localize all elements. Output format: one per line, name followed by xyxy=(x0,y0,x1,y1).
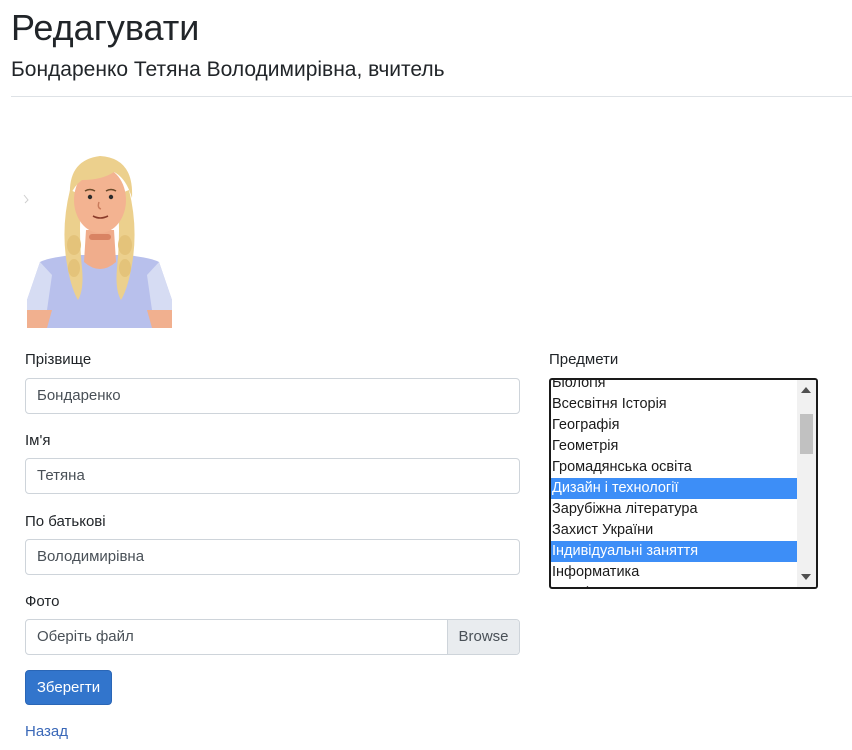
browse-button[interactable]: Browse xyxy=(447,620,519,654)
back-link[interactable]: Назад xyxy=(25,722,68,742)
name-label: Ім'я xyxy=(25,432,51,449)
surname-label: Прізвище xyxy=(25,351,92,368)
subjects-label: Предмети xyxy=(549,351,619,368)
scroll-up-icon[interactable] xyxy=(801,387,811,393)
surname-input[interactable]: Бондаренко xyxy=(25,378,520,414)
save-button[interactable]: Зберегти xyxy=(25,670,112,705)
subject-option[interactable]: Всесвітня Історія xyxy=(551,394,797,415)
photo-label: Фото xyxy=(25,593,60,610)
subject-option[interactable]: Громадянська освіта xyxy=(551,457,797,478)
patronymic-label: По батькові xyxy=(25,513,106,530)
name-input[interactable]: Тетяна xyxy=(25,458,520,494)
file-input-placeholder: Оберіть файл xyxy=(37,628,134,645)
subjects-option-list: Біологія Всесвітня Історія Географія Геомет… xyxy=(551,380,797,587)
subject-option[interactable]: Біологія xyxy=(551,380,797,394)
subject-option[interactable]: Індивідуальні заняття xyxy=(551,541,797,562)
subjects-multiselect[interactable]: Біологія Всесвітня Історія Географія Геомет… xyxy=(549,378,818,589)
page-subtitle: Бондаренко Тетяна Володимирівна, вчитель xyxy=(11,58,445,81)
scroll-down-icon[interactable] xyxy=(801,574,811,580)
teacher-avatar-image xyxy=(23,156,172,328)
subject-option[interactable]: Історія xyxy=(551,583,797,587)
subjects-scrollbar[interactable] xyxy=(797,380,816,587)
subject-option[interactable]: Захист України xyxy=(551,520,797,541)
subject-option[interactable]: Геометрія xyxy=(551,436,797,457)
subject-option[interactable]: Дизайн і технології xyxy=(551,478,797,499)
header-divider xyxy=(11,96,852,97)
subject-option[interactable]: Зарубіжна література xyxy=(551,499,797,520)
photo-file-input[interactable]: Оберіть файл Browse xyxy=(25,619,520,655)
patronymic-input[interactable]: Володимирівна xyxy=(25,539,520,575)
page-title: Редагувати xyxy=(11,7,200,48)
subject-option[interactable]: Інформатика xyxy=(551,562,797,583)
scroll-thumb[interactable] xyxy=(800,414,813,454)
subject-option[interactable]: Географія xyxy=(551,415,797,436)
